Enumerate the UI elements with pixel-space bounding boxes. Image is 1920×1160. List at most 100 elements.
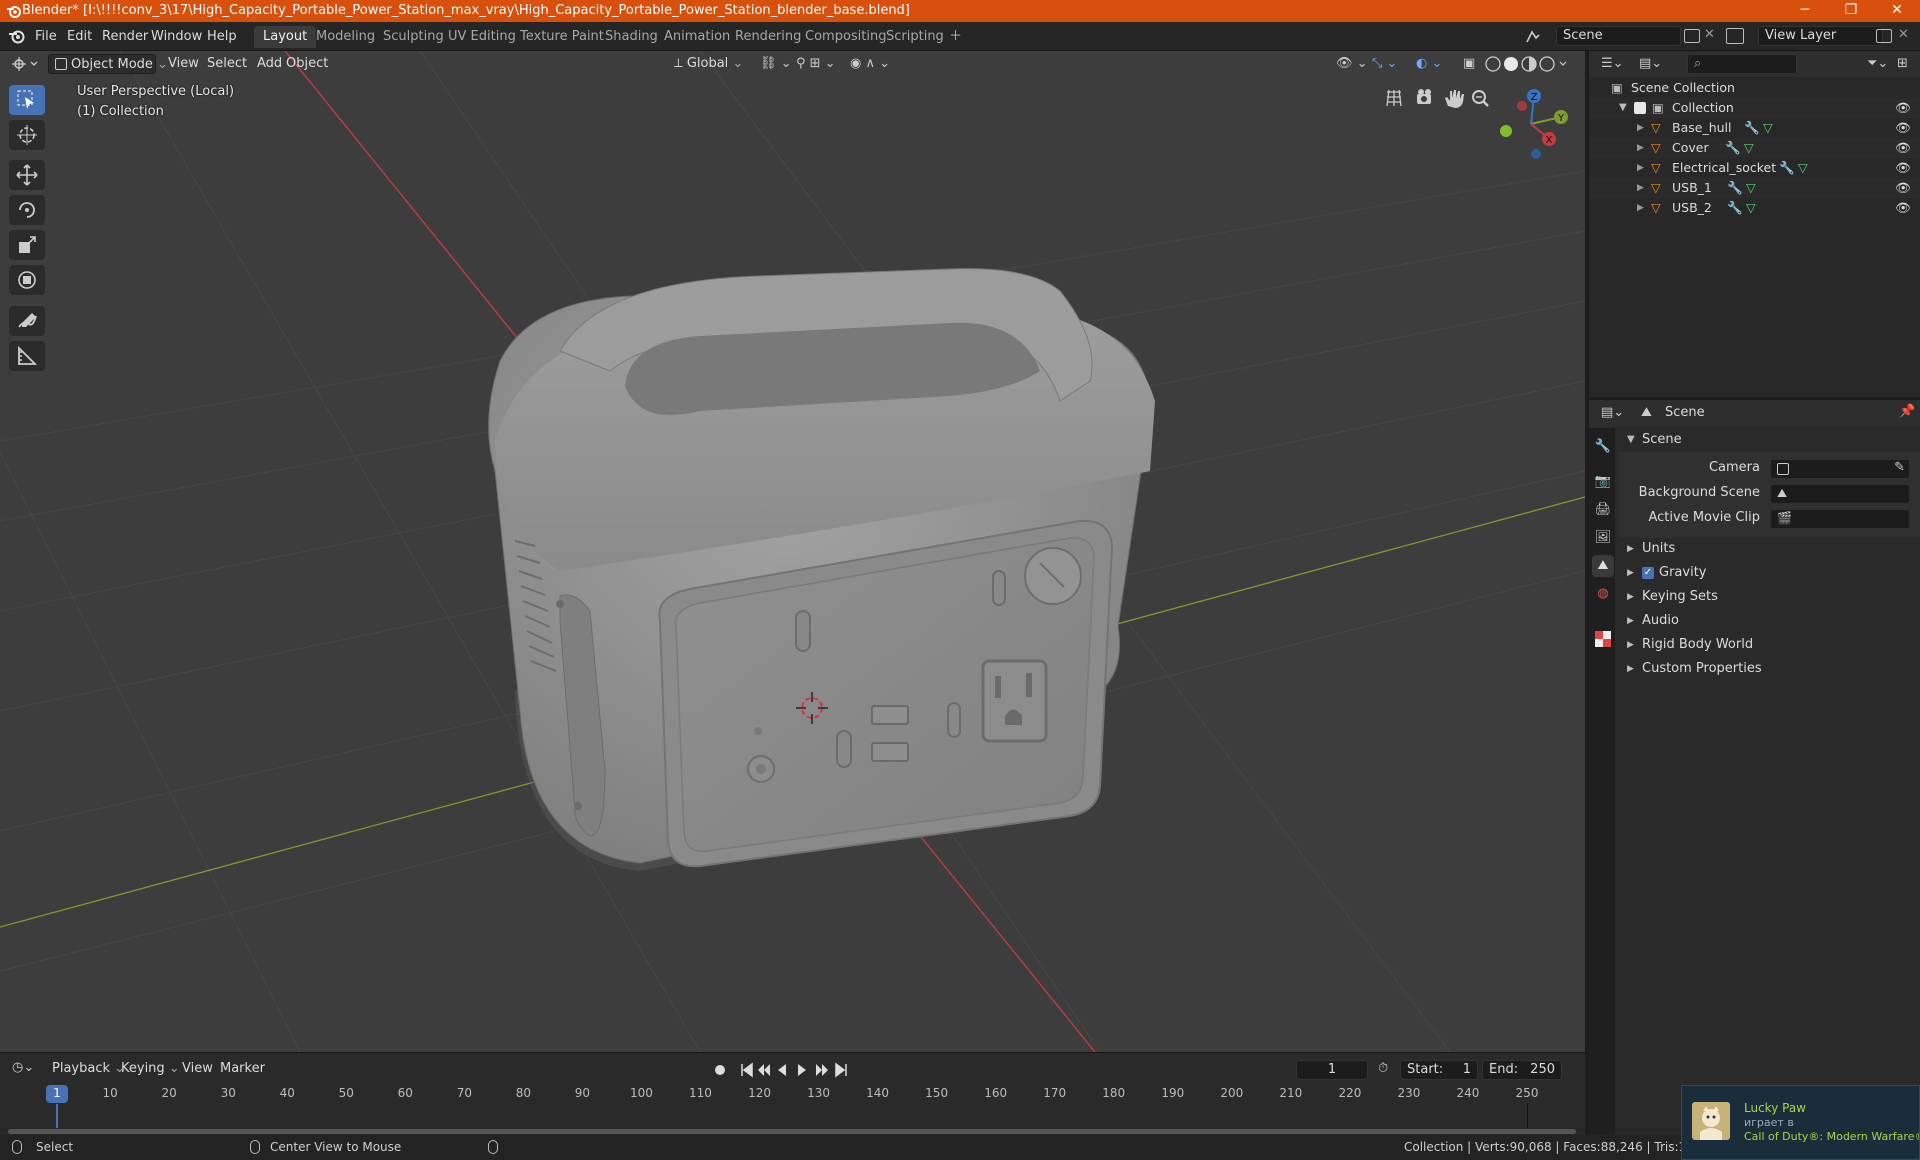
viewport-menu-view[interactable]: View bbox=[162, 54, 205, 74]
timeline-scrollbar[interactable] bbox=[8, 1129, 1576, 1134]
timeline-editor-type-icon[interactable]: ◷⌄ bbox=[12, 1060, 34, 1075]
panel-expand-arrow-icon[interactable]: ▶ bbox=[1627, 609, 1634, 633]
gravity-checkbox[interactable]: ✓ bbox=[1642, 567, 1654, 579]
keying-sets-panel[interactable]: ▶ Keying Sets bbox=[1619, 585, 1920, 609]
outliner-row-collection[interactable]: ▼ ▣ Collection 👁 bbox=[1589, 98, 1920, 118]
viewport-menu-select[interactable]: Select bbox=[201, 54, 253, 74]
viewport-scene[interactable] bbox=[0, 51, 1585, 1052]
rigid-body-world-panel[interactable]: ▶ Rigid Body World bbox=[1619, 633, 1920, 657]
menu-help[interactable]: Help bbox=[200, 27, 244, 47]
gravity-panel[interactable]: ▶ ✓ Gravity bbox=[1619, 561, 1920, 585]
viewport-menu-object[interactable]: Object bbox=[280, 54, 334, 74]
annotate-tool[interactable] bbox=[9, 306, 45, 336]
outliner-row-usb-2[interactable]: ▶ ▽ USB_2 🔧 ▽ 👁 bbox=[1589, 198, 1920, 218]
panel-collapse-arrow-icon[interactable]: ▼ bbox=[1627, 428, 1635, 452]
collapse-arrow-icon[interactable]: ▼ bbox=[1619, 98, 1627, 118]
tab-render-icon[interactable]: 📷 bbox=[1592, 471, 1614, 493]
tab-texture-icon[interactable] bbox=[1592, 628, 1614, 650]
scene-icon[interactable] bbox=[1524, 28, 1542, 46]
xray-icon[interactable]: ▣ bbox=[1457, 54, 1481, 74]
visibility-eye-icon[interactable]: 👁 bbox=[1895, 138, 1911, 158]
camera-field[interactable]: ✎ bbox=[1770, 459, 1910, 479]
tab-modeling[interactable]: Modeling bbox=[307, 26, 384, 48]
menu-edit[interactable]: Edit bbox=[60, 27, 99, 47]
panel-expand-arrow-icon[interactable]: ▶ bbox=[1627, 561, 1634, 585]
delete-view-layer-icon[interactable]: ✕ bbox=[1898, 27, 1909, 42]
transform-tool[interactable] bbox=[9, 265, 45, 295]
power-station-model[interactable] bbox=[488, 268, 1155, 871]
start-frame-field[interactable]: Start: 1 bbox=[1400, 1060, 1478, 1080]
tab-output-icon[interactable]: 🖨 bbox=[1592, 499, 1614, 521]
shading-modes[interactable] bbox=[1483, 54, 1573, 74]
scene-selector[interactable]: Scene bbox=[1556, 26, 1681, 46]
maximize-button[interactable]: ❐ bbox=[1828, 0, 1874, 22]
units-panel[interactable]: ▶ Units bbox=[1619, 537, 1920, 561]
measure-tool[interactable] bbox=[9, 341, 45, 371]
new-scene-icon[interactable] bbox=[1684, 29, 1700, 43]
transform-orientation-dropdown[interactable]: ⟂ Global ⌄ bbox=[668, 54, 749, 74]
outliner-row-cover[interactable]: ▶ ▽ Cover 🔧 ▽ 👁 bbox=[1589, 138, 1920, 158]
minimize-button[interactable]: ─ bbox=[1782, 0, 1828, 22]
new-view-layer-icon[interactable] bbox=[1876, 29, 1892, 43]
panel-expand-arrow-icon[interactable]: ▶ bbox=[1627, 537, 1634, 561]
editor-type-icon[interactable] bbox=[10, 55, 40, 73]
friend-activity-notification[interactable]: Lucky Paw играет в Call of Duty®: Modern… bbox=[1681, 1085, 1920, 1160]
frame-ruler[interactable]: 10 20 30 40 50 60 70 80 90 100 110 120 130 140 150 160 1… bbox=[0, 1084, 1585, 1104]
add-workspace-icon[interactable]: ＋ bbox=[940, 26, 971, 48]
panel-expand-arrow-icon[interactable]: ▶ bbox=[1627, 657, 1634, 681]
panel-expand-arrow-icon[interactable]: ▶ bbox=[1627, 633, 1634, 657]
outliner-row-usb-1[interactable]: ▶ ▽ USB_1 🔧 ▽ 👁 bbox=[1589, 178, 1920, 198]
overlay-toggle-icon[interactable]: ◐ ⌄ bbox=[1410, 54, 1448, 74]
pin-icon[interactable]: 📌 bbox=[1899, 404, 1915, 419]
timeline-menu-view[interactable]: View bbox=[176, 1059, 219, 1079]
outliner-row-scene-collection[interactable]: ▣ Scene Collection bbox=[1589, 78, 1920, 98]
move-tool[interactable] bbox=[9, 160, 45, 190]
current-frame-field[interactable]: 1 bbox=[1296, 1060, 1368, 1080]
visibility-eye-icon[interactable]: 👁 bbox=[1895, 158, 1911, 178]
mode-dropdown[interactable]: Object Mode ⌄ bbox=[48, 54, 168, 74]
outliner-row-electrical-socket[interactable]: ▶ ▽ Electrical_socket 🔧 ▽ 👁 bbox=[1589, 158, 1920, 178]
view-layer-icon[interactable] bbox=[1726, 28, 1744, 44]
tab-view-layer-icon[interactable]: 🖼 bbox=[1592, 527, 1614, 549]
navigation-gizmo[interactable]: Z Y X bbox=[1488, 86, 1572, 164]
scene-panel-header[interactable]: ▼ Scene bbox=[1619, 428, 1920, 452]
properties-editor-type-icon[interactable]: ▤⌄ bbox=[1601, 405, 1624, 420]
expand-arrow-icon[interactable]: ▶ bbox=[1637, 118, 1644, 138]
tab-scene-icon[interactable]: ⛰ bbox=[1592, 555, 1614, 577]
delete-scene-icon[interactable]: ✕ bbox=[1704, 27, 1715, 42]
timeline-menu-marker[interactable]: Marker bbox=[214, 1059, 271, 1079]
blender-menu-icon[interactable] bbox=[8, 27, 26, 45]
collection-checkbox[interactable] bbox=[1634, 102, 1646, 114]
select-box-tool[interactable] bbox=[9, 85, 45, 115]
expand-arrow-icon[interactable]: ▶ bbox=[1637, 178, 1644, 198]
active-movie-clip-field[interactable]: 🎬 bbox=[1770, 509, 1910, 529]
custom-properties-panel[interactable]: ▶ Custom Properties bbox=[1619, 657, 1920, 681]
scale-tool[interactable] bbox=[9, 230, 45, 260]
outliner-row-base-hull[interactable]: ▶ ▽ Base_hull 🔧 ▽ 👁 bbox=[1589, 118, 1920, 138]
panel-expand-arrow-icon[interactable]: ▶ bbox=[1627, 585, 1634, 609]
view-layer-selector[interactable]: View Layer bbox=[1758, 26, 1883, 46]
proportional-edit-icon[interactable]: ◉ ∧ ⌄ bbox=[844, 54, 896, 74]
snap-icon[interactable]: ⚲ ⊞ ⌄ bbox=[790, 54, 842, 74]
end-frame-field[interactable]: End: 250 bbox=[1482, 1060, 1562, 1080]
rotate-tool[interactable] bbox=[9, 195, 45, 225]
close-button[interactable]: ✕ bbox=[1874, 0, 1920, 22]
tab-tool-icon[interactable]: 🔧 bbox=[1592, 436, 1614, 458]
playback-controls[interactable] bbox=[712, 1061, 862, 1079]
cursor-tool[interactable] bbox=[9, 120, 45, 150]
expand-arrow-icon[interactable]: ▶ bbox=[1637, 158, 1644, 178]
preview-range-icon[interactable]: ⏱ bbox=[1378, 1061, 1388, 1076]
expand-arrow-icon[interactable]: ▶ bbox=[1637, 198, 1644, 218]
new-collection-icon[interactable]: ⊞ bbox=[1897, 56, 1908, 71]
3d-viewport[interactable] bbox=[0, 51, 1585, 1052]
visibility-eye-icon[interactable]: 👁 bbox=[1895, 178, 1911, 198]
visibility-eye-icon[interactable]: 👁 bbox=[1895, 198, 1911, 218]
menu-file[interactable]: File bbox=[28, 27, 64, 47]
outliner-editor-type-icon[interactable]: ☰⌄ bbox=[1601, 56, 1624, 71]
display-mode-icon[interactable]: ▤⌄ bbox=[1639, 56, 1662, 71]
filter-icon[interactable]: ⏷⌄ bbox=[1867, 56, 1888, 71]
tab-world-icon[interactable]: ◍ bbox=[1592, 583, 1614, 605]
gizmo-toggle-icon[interactable]: ⤡ ⌄ bbox=[1366, 54, 1403, 74]
visibility-eye-icon[interactable]: 👁 bbox=[1895, 118, 1911, 138]
outliner-search-input[interactable]: ⌕ bbox=[1687, 54, 1797, 74]
